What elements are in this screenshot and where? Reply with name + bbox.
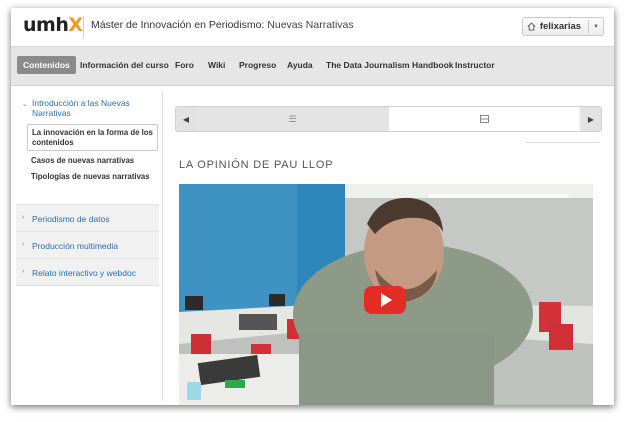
nav-tab-wiki[interactable]: Wiki [202,56,231,74]
umhx-logo[interactable]: umhX [23,14,83,36]
chapter-title-intro[interactable]: Introducción a las Nuevas Narrativas [32,98,142,118]
list-icon: ☰ [288,113,297,124]
header-divider [83,16,84,38]
seq-tab-video[interactable] [389,107,579,131]
prev-arrow-icon[interactable]: ◀ [176,107,196,131]
course-sidebar: ⌄ Introducción a las Nuevas Narrativas L… [16,91,159,401]
course-title: Máster de Innovación en Periodismo: Nuev… [91,19,354,31]
chevron-right-icon: › [22,241,25,248]
next-arrow-icon[interactable]: ▶ [581,107,601,131]
chapter-periodismo-datos[interactable]: › Periodismo de datos [16,205,159,232]
youtube-play-button[interactable] [364,286,406,314]
nav-tab-handbook[interactable]: The Data Journalism Handbook [320,56,460,74]
nav-tab-progreso[interactable]: Progreso [233,56,282,74]
chevron-right-icon: › [22,214,25,221]
video-icon [479,115,489,123]
seq-tab-list[interactable]: ☰ [196,107,389,131]
user-menu-separator [588,20,590,33]
chapter-relato-interactivo[interactable]: › Relato interactivo y webdoc [16,259,159,286]
section-tipologias[interactable]: Tipologías de nuevas narrativas [27,169,156,185]
user-menu-button[interactable]: felixarias ▼ [521,17,604,36]
video-player[interactable] [179,184,593,405]
chapter-title-produccion: Producción multimedia [32,241,118,251]
unit-title: LA OPINIÓN DE PAU LLOP [179,159,334,171]
home-icon [527,22,536,31]
nav-tab-foro[interactable]: Foro [169,56,200,74]
chapter-produccion-multimedia[interactable]: › Producción multimedia [16,232,159,259]
nav-tab-ayuda[interactable]: Ayuda [281,56,319,74]
chapter-title-relato: Relato interactivo y webdoc [32,268,136,278]
browser-window: umhX Máster de Innovación en Periodismo:… [11,8,614,405]
nav-tab-contenidos[interactable]: Contenidos [17,56,76,74]
chapter-intro: ⌄ Introducción a las Nuevas Narrativas L… [16,91,159,205]
chevron-right-icon: › [22,268,25,275]
username: felixarias [539,21,582,32]
course-nav: Contenidos Información del curso Foro Wi… [11,47,614,86]
sequence-nav: ◀ ☰ ▶ [175,106,602,132]
section-innovacion[interactable]: La innovación en la forma de los conteni… [27,124,158,151]
site-header: umhX Máster de Innovación en Periodismo:… [11,8,614,47]
section-casos[interactable]: Casos de nuevas narrativas [27,153,156,169]
sidebar-divider [162,91,163,401]
nav-tab-informacion[interactable]: Información del curso [74,56,175,74]
chevron-down-icon: ⌄ [22,101,28,108]
nav-tab-instructor[interactable]: Instructor [449,56,501,74]
play-icon [381,293,392,307]
caret-down-icon: ▼ [593,23,599,30]
chapter-title-periodismo: Periodismo de datos [32,214,110,224]
content-divider [526,142,599,143]
